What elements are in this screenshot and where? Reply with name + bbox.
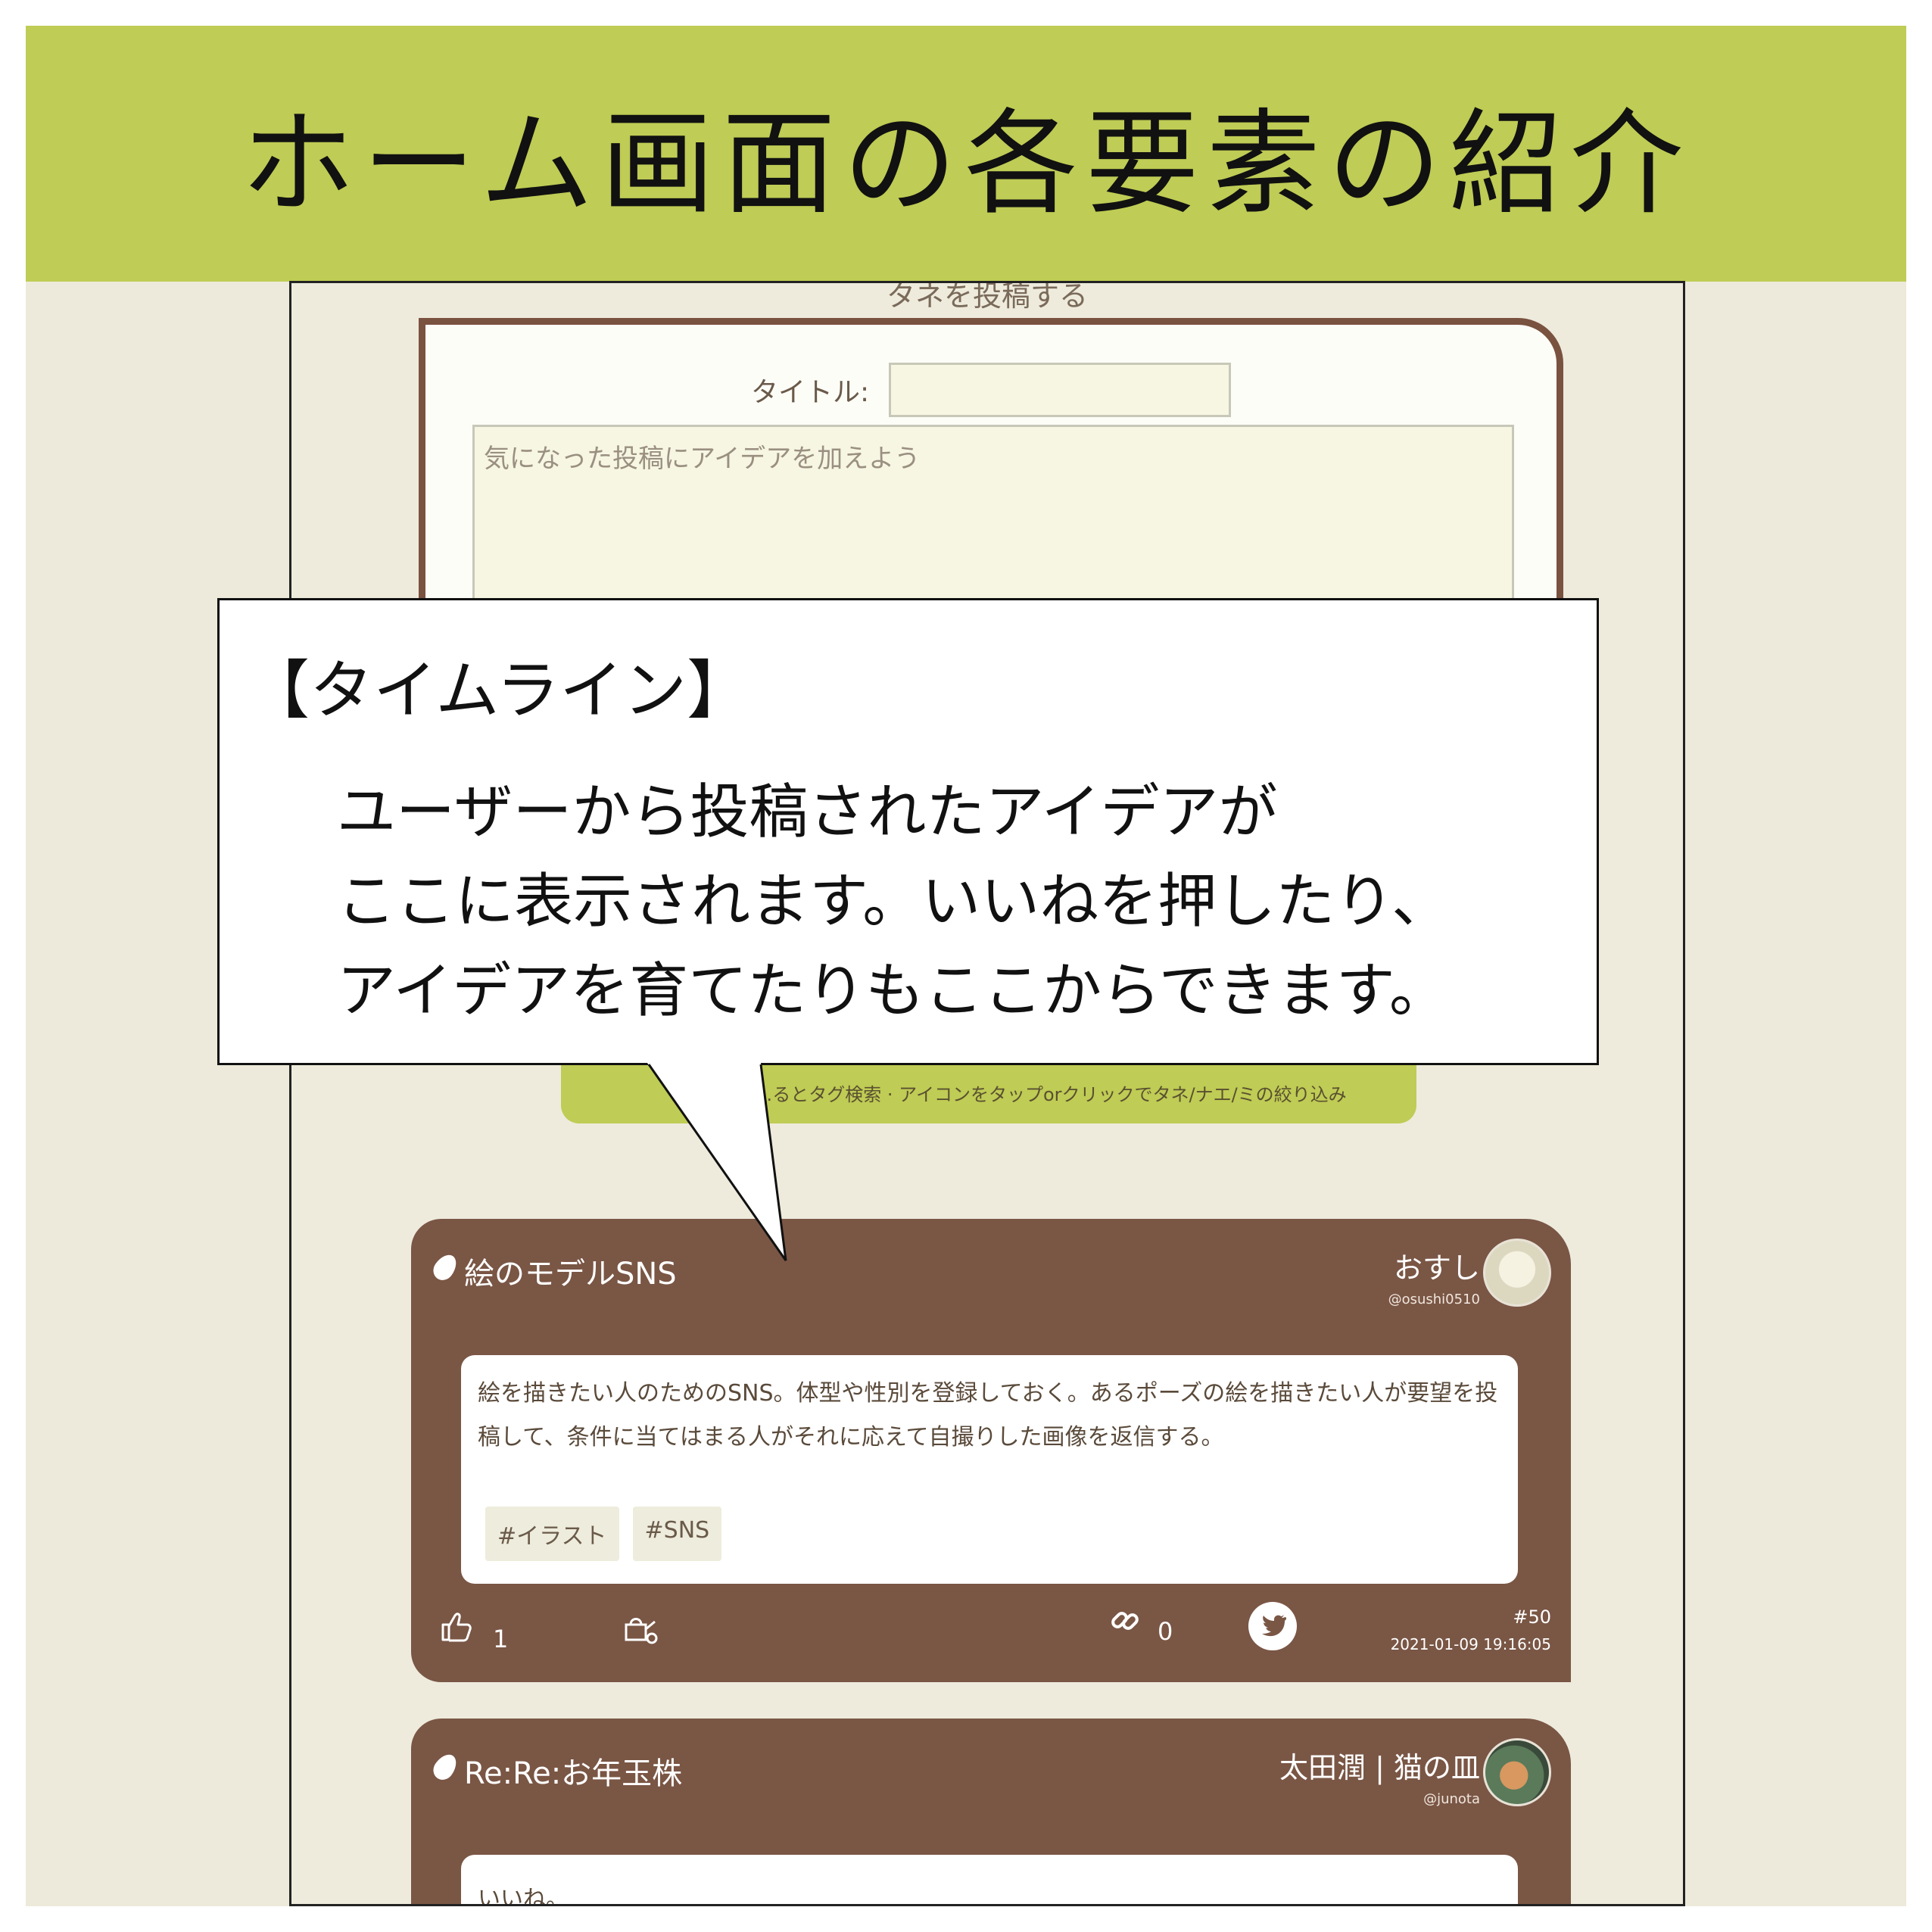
title-input[interactable] — [889, 363, 1231, 417]
post-form: タイトル: 気になった投稿にアイデアを加えよう — [419, 318, 1563, 667]
post-text: いいね。 — [478, 1886, 569, 1906]
seed-icon — [429, 1750, 461, 1784]
avatar[interactable] — [1483, 1239, 1551, 1307]
avatar[interactable] — [1483, 1738, 1551, 1806]
tag-search-hint: · …るとタグ検索 · アイコンをタップorクリックでタネ/ナエ/ミの絞り込み — [743, 1084, 1347, 1105]
body-textarea[interactable]: 気になった投稿にアイデアを加えよう — [472, 425, 1514, 667]
link-icon[interactable] — [1108, 1603, 1142, 1644]
post-timestamp: 2021-01-09 19:16:05 — [1390, 1635, 1551, 1653]
tag-list: #イラスト #SNS — [485, 1507, 722, 1561]
twitter-icon[interactable] — [1248, 1602, 1297, 1650]
post-number: #50 — [1513, 1606, 1551, 1628]
post-title[interactable]: 絵のモデルSNS — [464, 1249, 677, 1293]
link-count: 0 — [1158, 1617, 1173, 1646]
timeline-post[interactable]: Re:Re:お年玉株 太田潤 | 猫の皿 @junota いいね。 — [411, 1719, 1571, 1906]
user-name[interactable]: 太田潤 | 猫の皿 — [1279, 1744, 1480, 1786]
user-handle: @osushi0510 — [1388, 1292, 1480, 1307]
timeline-post[interactable]: 絵のモデルSNS おすし @osushi0510 絵を描きたい人のためのSNS。… — [411, 1219, 1571, 1682]
title-label: タイトル: — [751, 377, 870, 408]
user-name[interactable]: おすし — [1394, 1245, 1480, 1286]
watering-can-icon[interactable] — [622, 1613, 658, 1651]
thumbs-up-icon[interactable] — [438, 1609, 473, 1650]
post-title[interactable]: Re:Re:お年玉株 — [464, 1749, 682, 1793]
tag-search-bar: · …るとタグ検索 · アイコンをタップorクリックでタネ/ナエ/ミの絞り込み — [561, 1040, 1416, 1123]
post-form-heading: タネを投稿する — [886, 281, 1088, 313]
post-body: 絵を描きたい人のためのSNS。体型や性別を登録しておく。あるポーズの絵を描きたい… — [461, 1355, 1518, 1584]
page-title: ホーム画面の各要素の紹介 — [241, 98, 1691, 230]
tag-chip[interactable]: #イラスト — [485, 1507, 619, 1561]
slide-canvas: ホーム画面の各要素の紹介 タネを投稿する タイトル: 気になった投稿にアイデアを… — [26, 26, 1906, 1906]
seed-icon — [429, 1250, 461, 1285]
tag-chip[interactable]: #SNS — [632, 1507, 722, 1561]
header-banner: ホーム画面の各要素の紹介 — [26, 26, 1906, 282]
app-screenshot: タネを投稿する タイトル: 気になった投稿にアイデアを加えよう · …るとタグ検… — [289, 281, 1685, 1906]
post-body: いいね。 — [461, 1855, 1518, 1906]
post-text: 絵を描きたい人のためのSNS。体型や性別を登録しておく。あるポーズの絵を描きたい… — [478, 1380, 1498, 1451]
like-count: 1 — [493, 1625, 509, 1653]
user-handle: @junota — [1423, 1791, 1480, 1807]
